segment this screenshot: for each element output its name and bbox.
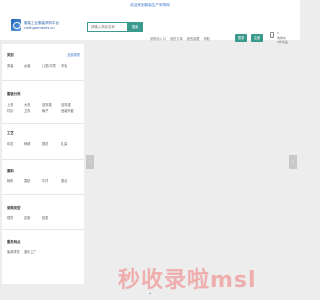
header-link-orders[interactable]: 我的订单 — [170, 37, 183, 41]
header-link-help[interactable]: 帮助 — [203, 37, 209, 41]
section-craft: 工艺 印花 刺绣 提花 扎染 — [2, 123, 84, 159]
filter-item[interactable]: 儿童/中童 — [42, 63, 56, 68]
category-sidebar: 类别 全部类别 男装 女装 儿童/中童 羊毛 服装分类 上衣 大衣 连衣裙 连衣… — [2, 44, 84, 284]
logo-icon[interactable] — [11, 19, 21, 31]
filter-item[interactable]: 连衣裙 — [42, 102, 52, 107]
header-link-buyer[interactable]: 采购商入口 — [150, 37, 166, 41]
register-button[interactable]: 注册 — [251, 34, 263, 42]
filter-item[interactable]: 雪纺 — [24, 178, 30, 183]
filter-item[interactable]: 牛仔 — [42, 178, 48, 183]
topbar-text: 欢迎来到服装生产采购网 — [130, 3, 170, 7]
login-button[interactable]: 登录 — [235, 34, 247, 42]
filter-item[interactable]: 连衣裙 — [61, 102, 71, 107]
filter-item[interactable]: 裤子 — [42, 108, 48, 113]
search-button[interactable]: 搜索 — [127, 22, 143, 32]
cart-icon[interactable] — [270, 32, 274, 38]
filter-item[interactable]: 羊毛 — [61, 63, 67, 68]
filter-item[interactable]: 卫衣 — [24, 108, 30, 113]
section-title: 类别 — [7, 53, 14, 57]
section-title: 服务特点 — [7, 240, 21, 244]
filter-item[interactable]: 扎染 — [61, 141, 67, 146]
all-categories-link[interactable]: 全部类别 — [67, 52, 80, 57]
filter-item[interactable]: 源头工厂 — [24, 249, 37, 254]
section-purchase-type: 采购类型 现货 定制 批发 — [2, 194, 84, 229]
filter-item[interactable]: 衬衫 — [7, 108, 13, 113]
section-title: 面料 — [7, 169, 14, 173]
filter-item[interactable]: 定制 — [24, 215, 30, 220]
cart-summary[interactable]: 0 购物车 0件商品 — [277, 31, 288, 45]
carousel-next-button[interactable]: › — [289, 155, 297, 169]
filter-item[interactable]: 女装 — [24, 63, 30, 68]
section-clothing-type: 服装分类 上衣 大衣 连衣裙 连衣裙 衬衫 卫衣 裤子 西装外套 — [2, 80, 84, 123]
header-link-favorites[interactable]: 我的收藏 — [187, 37, 200, 41]
filter-item[interactable]: 免费样衣 — [7, 249, 20, 254]
filter-item[interactable]: 男装 — [7, 63, 13, 68]
watermark-text: 秒收录啦msl — [118, 268, 257, 293]
filter-item[interactable]: 印花 — [7, 141, 13, 146]
topbar: 欢迎来到服装生产采购网 — [0, 0, 300, 11]
header: 服装工业服装采购平台 clothgarments.cn 采购商入口 我的订单 我… — [0, 11, 300, 44]
scroll-down-icon[interactable]: ⌄ — [148, 290, 152, 296]
section-category: 类别 全部类别 男装 女装 儿童/中童 羊毛 — [2, 44, 84, 80]
filter-item[interactable]: 提花 — [42, 141, 48, 146]
filter-item[interactable]: 批发 — [42, 215, 48, 220]
filter-item[interactable]: 蕾丝 — [61, 178, 67, 183]
cart-items: 0件商品 — [277, 40, 288, 44]
filter-item[interactable]: 棉布 — [7, 178, 13, 183]
filter-item[interactable]: 大衣 — [24, 102, 30, 107]
section-fabric: 面料 棉布 雪纺 牛仔 蕾丝 — [2, 159, 84, 194]
brand-name-en: clothgarments.cn — [24, 26, 55, 30]
section-title: 工艺 — [7, 131, 14, 135]
filter-item[interactable]: 上衣 — [7, 102, 13, 107]
filter-item[interactable]: 现货 — [7, 215, 13, 220]
carousel-prev-button[interactable]: ‹ — [86, 155, 94, 169]
section-title: 服装分类 — [7, 92, 21, 96]
filter-item[interactable]: 西装外套 — [61, 108, 74, 113]
header-links: 采购商入口 我的订单 我的收藏 帮助 — [150, 36, 213, 41]
section-title: 采购类型 — [7, 206, 21, 210]
section-service: 服务特点 免费样衣 源头工厂 — [2, 229, 84, 284]
filter-item[interactable]: 刺绣 — [24, 141, 30, 146]
